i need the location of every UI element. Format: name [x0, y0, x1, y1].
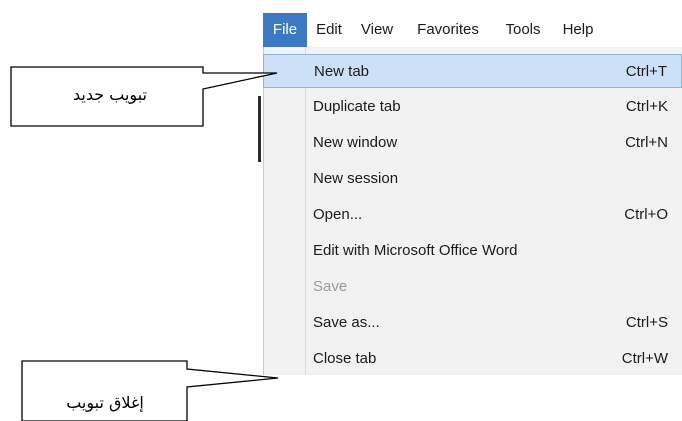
callout-close-tab-text: إغلاق تبويب	[66, 393, 144, 412]
callout-new-tab-text: تبويب جديد	[73, 85, 147, 104]
callout-graphics	[10, 66, 279, 421]
callout-close-tab-shape	[21, 360, 279, 421]
